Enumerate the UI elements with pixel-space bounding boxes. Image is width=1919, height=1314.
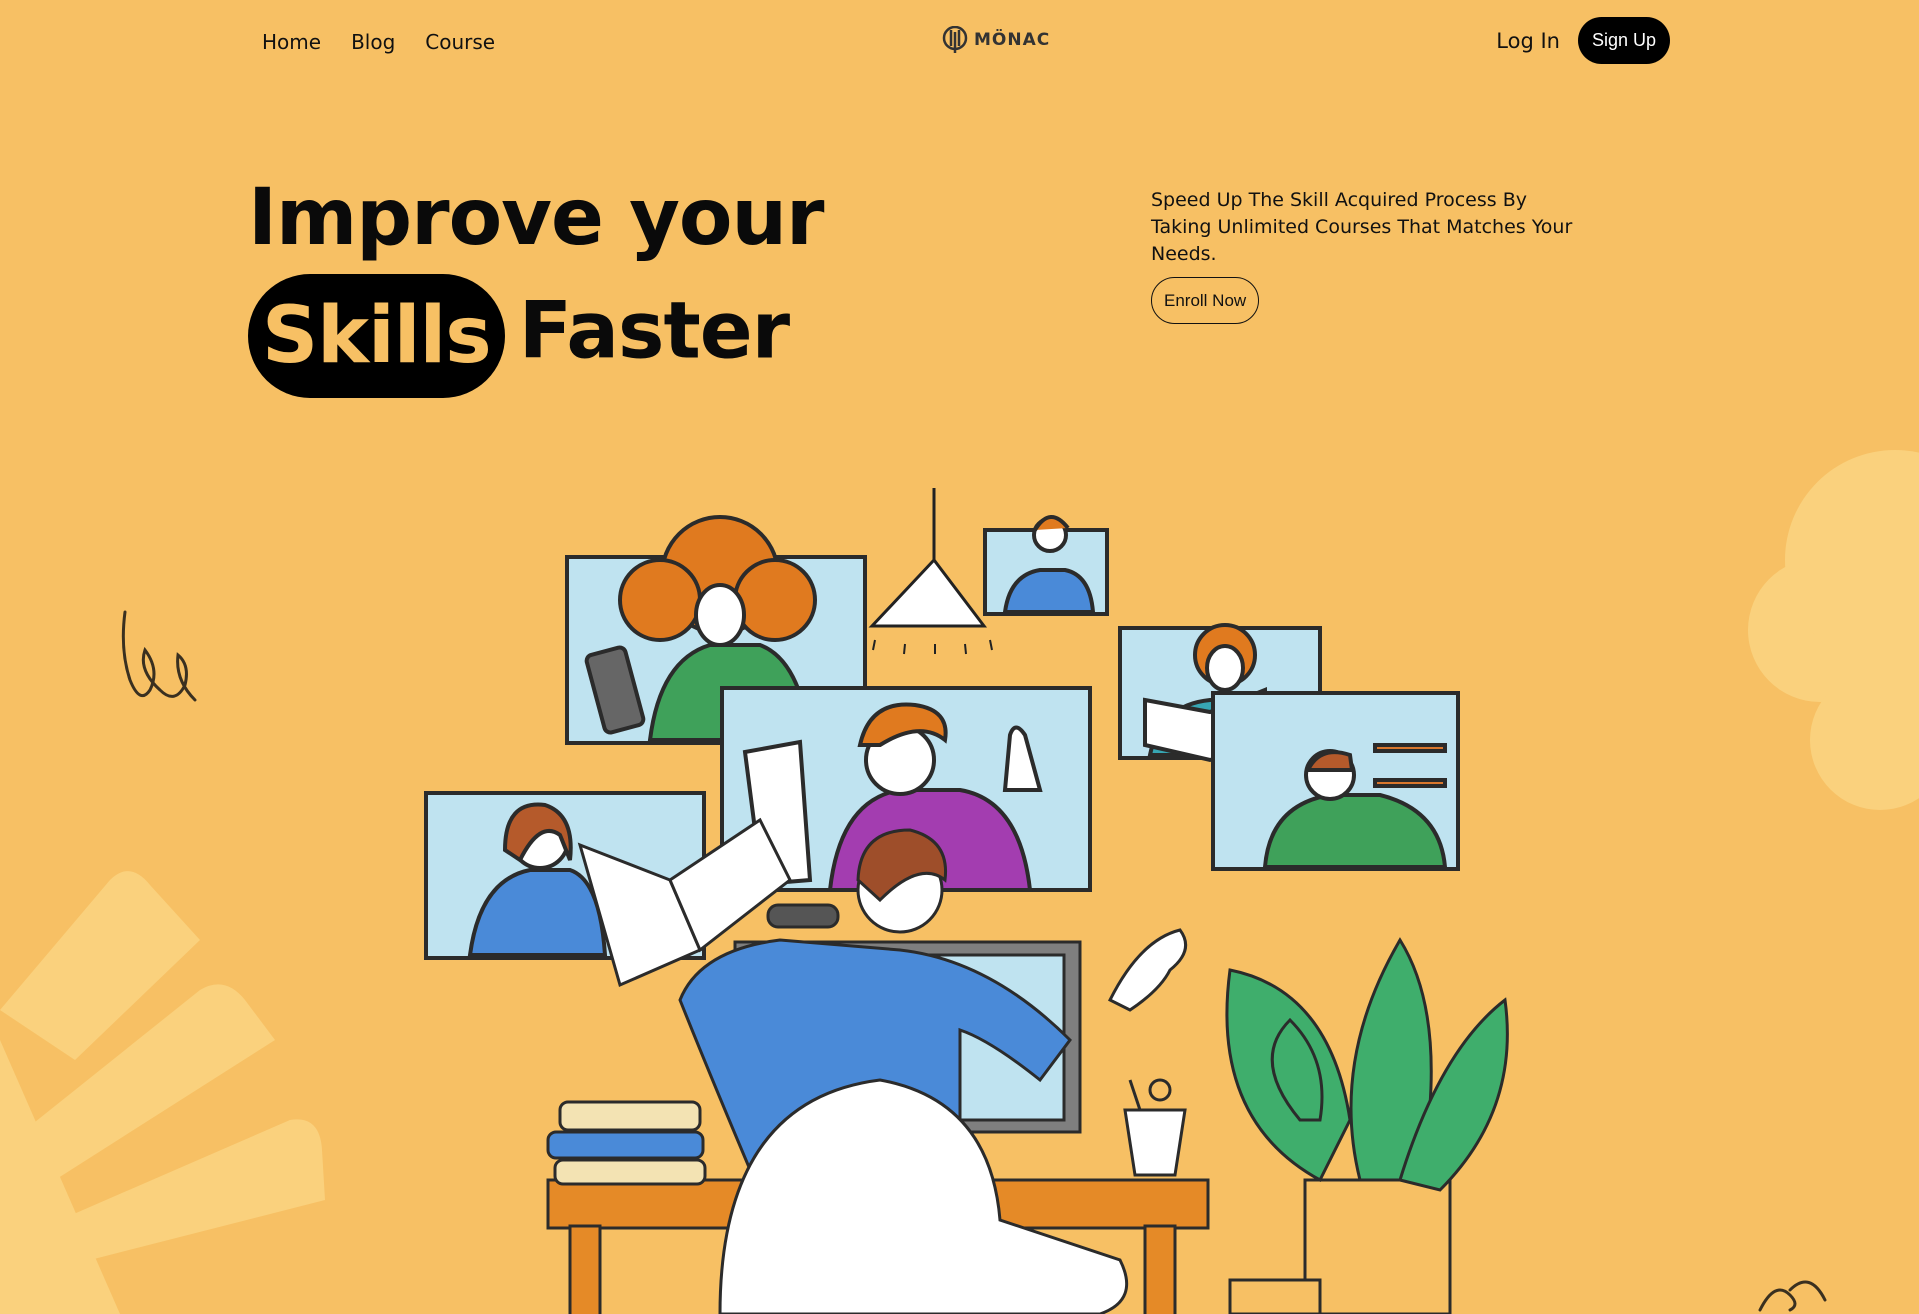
hero-description: Speed Up The Skill Acquired Process By T… (1151, 189, 1573, 265)
ceiling-lamp-icon (868, 488, 993, 655)
nav-course-link[interactable]: Course (425, 30, 495, 54)
main-nav: Home Blog Course (262, 30, 495, 54)
auth-actions: Log In Sign Up (1496, 17, 1670, 64)
brand-logo[interactable]: MÖNAC (942, 26, 1050, 54)
enroll-now-button[interactable]: Enroll Now (1151, 277, 1260, 324)
brand-name: MÖNAC (974, 30, 1051, 50)
hero-title-line-1: Improve your (248, 173, 825, 263)
hero-title-faster: Faster (518, 286, 790, 377)
plant-icon (1225, 937, 1509, 1314)
brand-mark-icon (942, 26, 968, 53)
nav-home-link[interactable]: Home (262, 30, 321, 54)
nav-blog-link[interactable]: Blog (351, 30, 395, 54)
hero-title: Improve your Skills Faster (248, 162, 825, 398)
hero-illustration (424, 488, 1509, 1314)
book-stack (546, 1100, 707, 1186)
pencil-cup-icon (1123, 1078, 1187, 1177)
login-link[interactable]: Log In (1496, 29, 1560, 53)
skills-highlight-pill: Skills (248, 274, 505, 398)
signup-button[interactable]: Sign Up (1577, 17, 1670, 64)
hero-title-line-2: Skills Faster (248, 274, 824, 398)
